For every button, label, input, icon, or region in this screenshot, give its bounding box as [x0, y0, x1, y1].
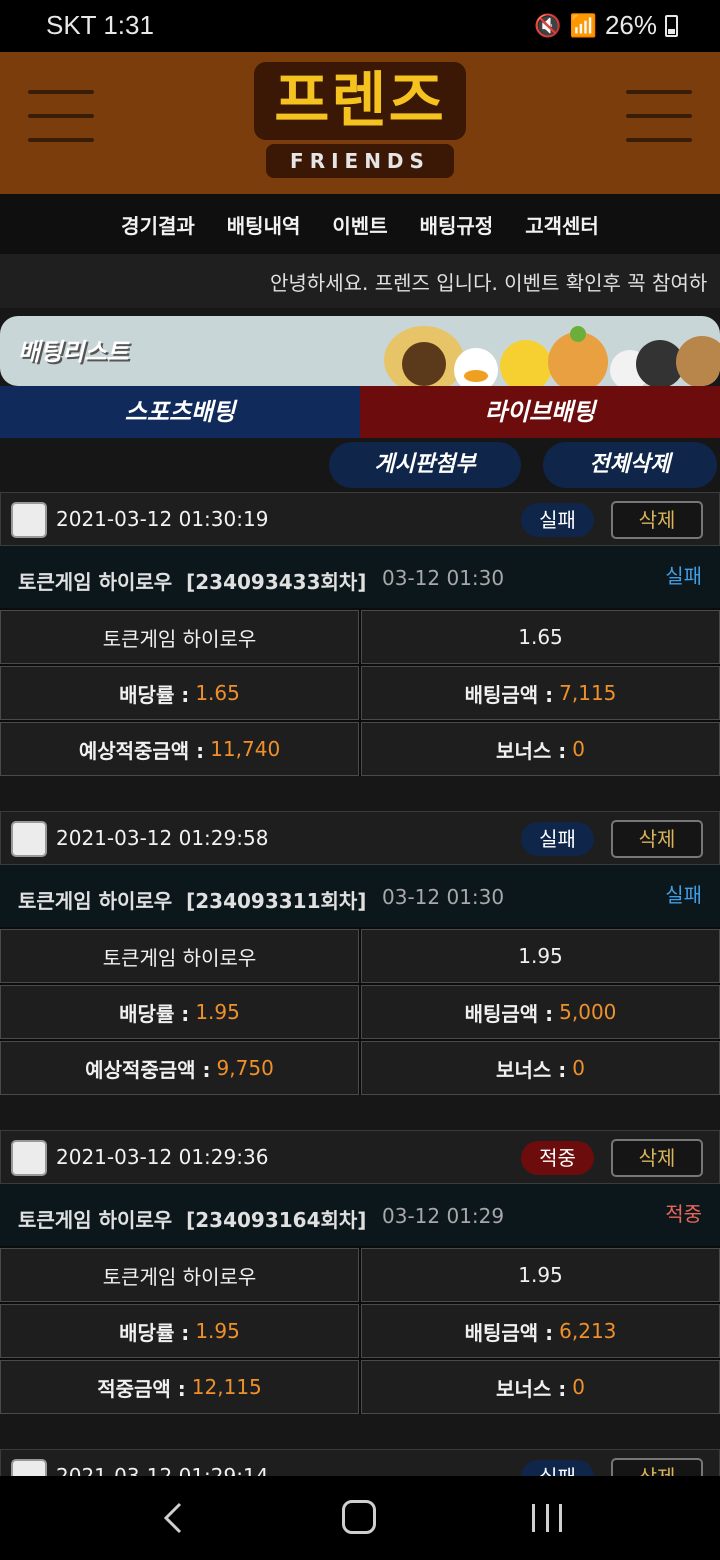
tab-live-betting[interactable]: 라이브배팅 [360, 386, 720, 438]
recent-apps-icon[interactable] [532, 1504, 562, 1532]
character-illustration [384, 326, 720, 386]
payout-cell: 예상적중금액 :9,750 [0, 1041, 359, 1095]
mute-icon: 🔇 [534, 12, 562, 38]
list-actions: 게시판첨부 전체삭제 [0, 438, 720, 492]
nav-betting-rules[interactable]: 배팅규정 [420, 210, 494, 239]
game-info-row: 토큰게임 하이로우 [234093164회차] 03-12 01:29 적중 [0, 1184, 720, 1246]
bonus-cell: 보너스 :0 [361, 1360, 720, 1414]
battery-icon [665, 14, 678, 37]
bet-card: 2021-03-12 01:30:19 실패 삭제 토큰게임 하이로우 [234… [0, 492, 720, 776]
nav-betting-history[interactable]: 배팅내역 [227, 210, 301, 239]
bonus-cell: 보너스 :0 [361, 722, 720, 776]
delete-button[interactable]: 삭제 [611, 1458, 703, 1476]
pick-odds-cell: 1.95 [361, 1248, 720, 1302]
game-title: 토큰게임 하이로우 [234093164회차] [18, 1208, 367, 1232]
carrier-time: SKT 1:31 [46, 10, 154, 40]
select-checkbox[interactable] [11, 1140, 47, 1176]
game-title: 토큰게임 하이로우 [234093311회차] [18, 889, 367, 913]
bonus-cell: 보너스 :0 [361, 1041, 720, 1095]
game-info-row: 토큰게임 하이로우 [234093311회차] 03-12 01:30 실패 [0, 865, 720, 927]
select-checkbox[interactable] [11, 502, 47, 538]
bet-datetime: 2021-03-12 01:29:36 [56, 1145, 269, 1169]
nav-events[interactable]: 이벤트 [332, 210, 387, 239]
bet-card-header: 2021-03-12 01:30:19 실패 삭제 [0, 492, 720, 546]
amount-cell: 배팅금액 :7,115 [361, 666, 720, 720]
status-icons: 🔇 📶 26% [534, 10, 678, 41]
payout-cell: 예상적중금액 :11,740 [0, 722, 359, 776]
game-result: 적중 [665, 1202, 702, 1226]
game-time: 03-12 01:29 [382, 1204, 505, 1228]
bet-detail-grid: 토큰게임 하이로우 1.65 배당률 :1.65 배팅금액 :7,115 예상적… [0, 608, 720, 776]
banner-title: 배팅리스트 [18, 338, 129, 366]
site-header: 프렌즈 FRIENDS [0, 52, 720, 194]
delete-all-button[interactable]: 전체삭제 [543, 442, 717, 488]
wifi-icon: 📶 [569, 12, 597, 38]
tab-sports-betting[interactable]: 스포츠배팅 [0, 386, 360, 438]
nav-customer-center[interactable]: 고객센터 [525, 210, 599, 239]
bet-datetime: 2021-03-12 01:29:58 [56, 826, 269, 850]
game-result: 실패 [665, 883, 702, 907]
bet-card-header: 2021-03-12 01:29:36 적중 삭제 [0, 1130, 720, 1184]
odds-cell: 배당률 :1.65 [0, 666, 359, 720]
select-checkbox[interactable] [11, 1459, 47, 1476]
payout-cell: 적중금액 :12,115 [0, 1360, 359, 1414]
notice-text: 안녕하세요. 프렌즈 입니다. 이벤트 확인후 꼭 참여하 [270, 271, 708, 295]
game-time: 03-12 01:30 [382, 566, 505, 590]
odds-cell: 배당률 :1.95 [0, 985, 359, 1039]
pick-odds-cell: 1.95 [361, 929, 720, 983]
android-nav-bar [0, 1476, 720, 1560]
menu-right-icon[interactable] [626, 90, 692, 148]
attach-to-board-button[interactable]: 게시판첨부 [329, 442, 521, 488]
game-title: 토큰게임 하이로우 [234093433회차] [18, 570, 367, 594]
nav-game-results[interactable]: 경기결과 [121, 210, 195, 239]
battery-percent: 26% [604, 10, 657, 40]
pick-odds-cell: 1.65 [361, 610, 720, 664]
result-badge: 실패 [521, 1460, 594, 1476]
notice-marquee: 안녕하세요. 프렌즈 입니다. 이벤트 확인후 꼭 참여하 [0, 254, 720, 308]
game-info-row: 토큰게임 하이로우 [234093433회차] 03-12 01:30 실패 [0, 546, 720, 608]
site-logo[interactable]: 프렌즈 FRIENDS [254, 62, 466, 180]
odds-cell: 배당률 :1.95 [0, 1304, 359, 1358]
home-icon[interactable] [342, 1500, 376, 1534]
status-bar: SKT 1:31 🔇 📶 26% [0, 0, 720, 52]
top-navigation: 경기결과 배팅내역 이벤트 배팅규정 고객센터 [0, 194, 720, 254]
bet-detail-grid: 토큰게임 하이로우 1.95 배당률 :1.95 배팅금액 :6,213 적중금… [0, 1246, 720, 1414]
bet-list: 2021-03-12 01:30:19 실패 삭제 토큰게임 하이로우 [234… [0, 492, 720, 1476]
amount-cell: 배팅금액 :5,000 [361, 985, 720, 1039]
pick-cell: 토큰게임 하이로우 [0, 610, 359, 664]
delete-button[interactable]: 삭제 [611, 1139, 703, 1177]
bet-datetime: 2021-03-12 01:30:19 [56, 507, 269, 531]
betting-tabs: 스포츠배팅 라이브배팅 [0, 386, 720, 438]
result-badge: 실패 [521, 503, 594, 537]
pick-cell: 토큰게임 하이로우 [0, 929, 359, 983]
bet-card: 2021-03-12 01:29:36 적중 삭제 토큰게임 하이로우 [234… [0, 1130, 720, 1414]
result-badge: 적중 [521, 1141, 594, 1175]
result-badge: 실패 [521, 822, 594, 856]
bet-detail-grid: 토큰게임 하이로우 1.95 배당률 :1.95 배팅금액 :5,000 예상적… [0, 927, 720, 1095]
menu-left-icon[interactable] [28, 90, 94, 148]
logo-korean: 프렌즈 [254, 62, 466, 140]
delete-button[interactable]: 삭제 [611, 501, 703, 539]
betting-list-banner: 배팅리스트 [0, 316, 720, 386]
bet-card-header: 2021-03-12 01:29:14 실패 삭제 [0, 1449, 720, 1476]
pick-cell: 토큰게임 하이로우 [0, 1248, 359, 1302]
bet-datetime: 2021-03-12 01:29:14 [56, 1464, 269, 1476]
bet-card-header: 2021-03-12 01:29:58 실패 삭제 [0, 811, 720, 865]
bet-card: 2021-03-12 01:29:58 실패 삭제 토큰게임 하이로우 [234… [0, 811, 720, 1095]
bet-card: 2021-03-12 01:29:14 실패 삭제 [0, 1449, 720, 1476]
delete-button[interactable]: 삭제 [611, 820, 703, 858]
game-time: 03-12 01:30 [382, 885, 505, 909]
select-checkbox[interactable] [11, 821, 47, 857]
logo-english: FRIENDS [266, 144, 454, 178]
game-result: 실패 [665, 564, 702, 588]
back-icon[interactable] [162, 1502, 184, 1534]
amount-cell: 배팅금액 :6,213 [361, 1304, 720, 1358]
